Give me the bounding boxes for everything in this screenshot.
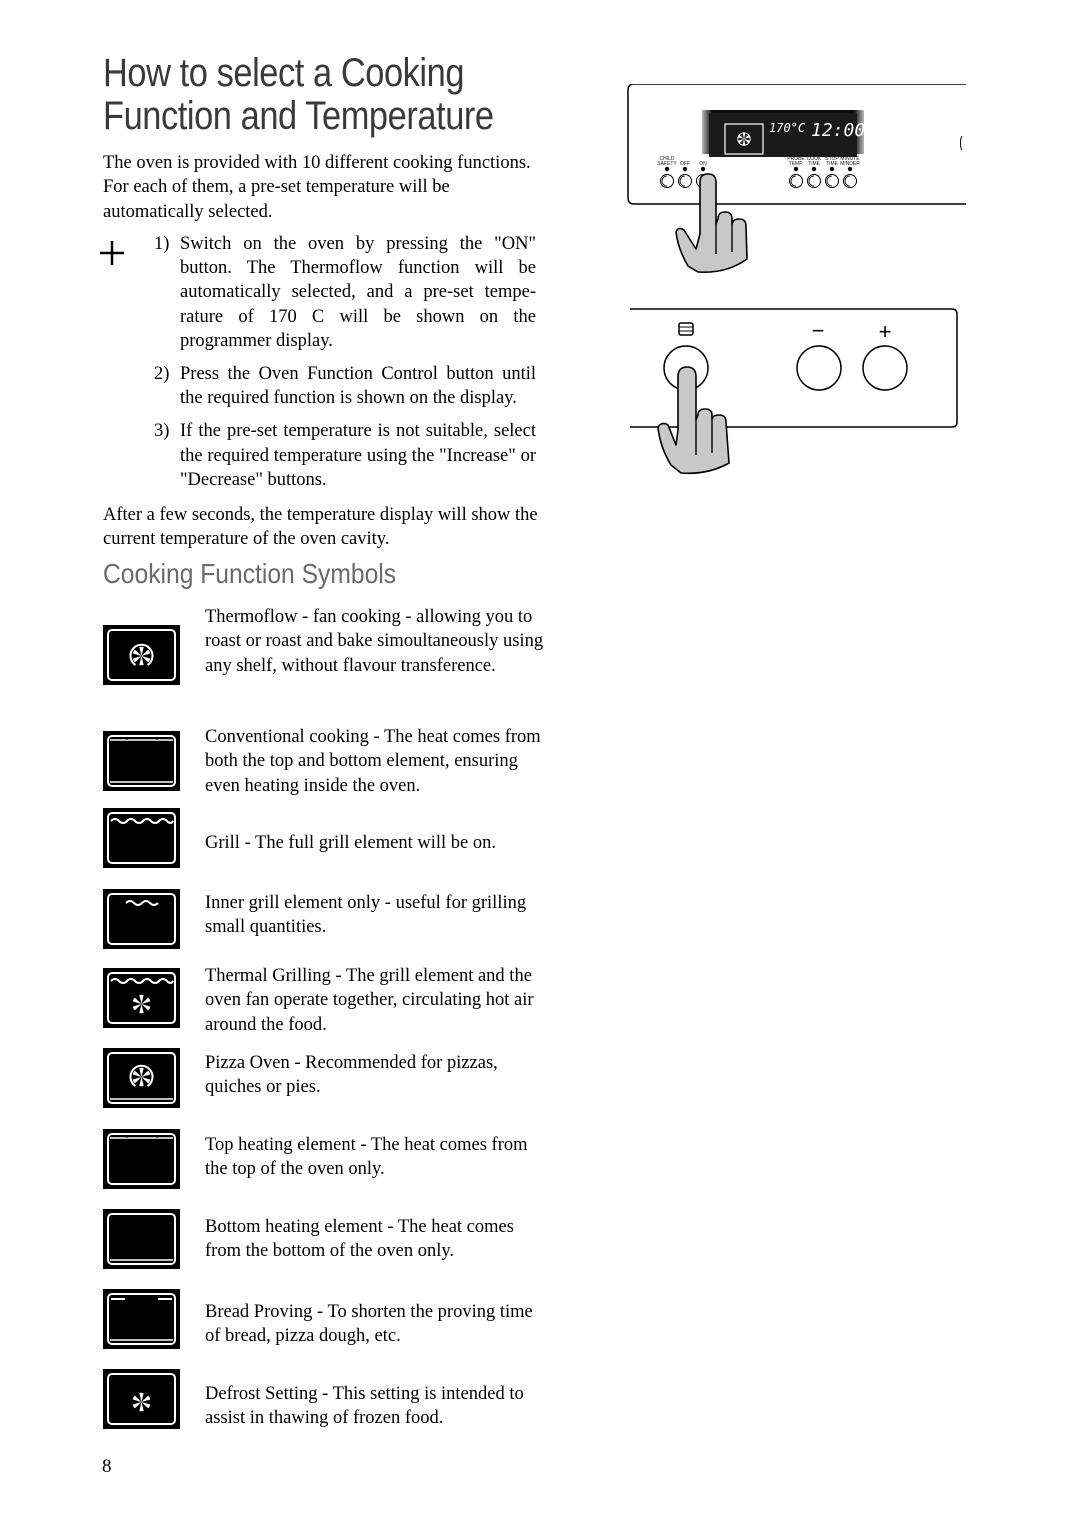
step-number: 3) xyxy=(154,421,170,442)
svg-text:TEMP.: TEMP. xyxy=(789,161,804,167)
intro-paragraph: The oven is provided with 10 different c… xyxy=(103,153,531,222)
bottom-heating-icon xyxy=(103,1209,180,1269)
page-number: 8 xyxy=(102,1456,112,1477)
step-item: 3) If the pre-set temperature is not sui… xyxy=(154,419,536,492)
lcd-time: 12:00 xyxy=(811,120,865,141)
svg-text:ON: ON xyxy=(699,161,707,167)
thermoflow-fan-icon xyxy=(103,625,180,685)
conventional-cooking-icon xyxy=(103,731,180,791)
step-item: 2) Press the Oven Function Control butto… xyxy=(154,362,536,410)
symbol-description: Bottom heating element - The heat comes … xyxy=(205,1217,514,1262)
symbol-description: Thermoflow - fan cooking - allowing you … xyxy=(205,607,544,676)
step-text: Press the Oven Function Control button u… xyxy=(180,364,536,409)
symbol-description: Bread Proving - To shorten the proving t… xyxy=(205,1302,533,1347)
svg-text:−: − xyxy=(812,318,825,343)
lcd-temperature: 170°C xyxy=(769,121,806,135)
full-grill-icon xyxy=(103,808,180,868)
page-title: How to select a Cooking Function and Tem… xyxy=(103,52,499,138)
symbol-description: Conventional cooking - The heat comes fr… xyxy=(205,727,541,796)
page-title-line1: How to select a Cooking xyxy=(103,51,465,95)
instruction-steps: 1) Switch on the oven by pressing the "O… xyxy=(154,232,536,501)
after-paragraph: After a few seconds, the temperature dis… xyxy=(103,505,538,550)
programmer-panel-illustration: 170°C 12:00 CHILD SAFETY OFF ON PROBE TE… xyxy=(626,83,966,284)
symbol-description: Top heating element - The heat comes fro… xyxy=(205,1135,528,1180)
svg-text:SAFETY: SAFETY xyxy=(657,161,677,167)
defrost-icon xyxy=(103,1369,180,1429)
svg-text:TIME: TIME xyxy=(826,161,839,167)
inner-grill-icon xyxy=(103,889,180,949)
plus-marker-icon xyxy=(100,241,124,265)
symbol-description: Thermal Grilling - The grill element and… xyxy=(205,966,534,1035)
top-heating-icon xyxy=(103,1129,180,1189)
pizza-oven-icon xyxy=(103,1048,180,1108)
step-number: 2) xyxy=(154,364,170,385)
svg-text:OFF: OFF xyxy=(680,161,690,167)
step-text: If the pre-set temperature is not suitab… xyxy=(180,421,536,490)
svg-text:MINDER: MINDER xyxy=(840,161,860,167)
svg-text:+: + xyxy=(879,319,892,344)
step-number: 1) xyxy=(154,234,170,254)
thermal-grilling-icon xyxy=(103,968,180,1028)
symbol-description: Pizza Oven - Recommended for pizzas, qui… xyxy=(205,1053,498,1098)
page-title-line2: Function and Temperature xyxy=(103,94,494,138)
step-item: 1) Switch on the oven by pressing the "O… xyxy=(154,232,536,353)
symbol-description: Grill - The full grill element will be o… xyxy=(205,833,496,853)
svg-text:TIME: TIME xyxy=(808,161,821,167)
symbol-description: Defrost Setting - This setting is intend… xyxy=(205,1384,524,1429)
step-text: Switch on the oven by pressing the "ON" … xyxy=(180,234,536,351)
function-control-illustration: − + xyxy=(626,305,966,480)
bread-proving-icon xyxy=(103,1289,180,1349)
section-heading: Cooking Function Symbols xyxy=(103,558,397,589)
symbol-description: Inner grill element only - useful for gr… xyxy=(205,893,527,938)
